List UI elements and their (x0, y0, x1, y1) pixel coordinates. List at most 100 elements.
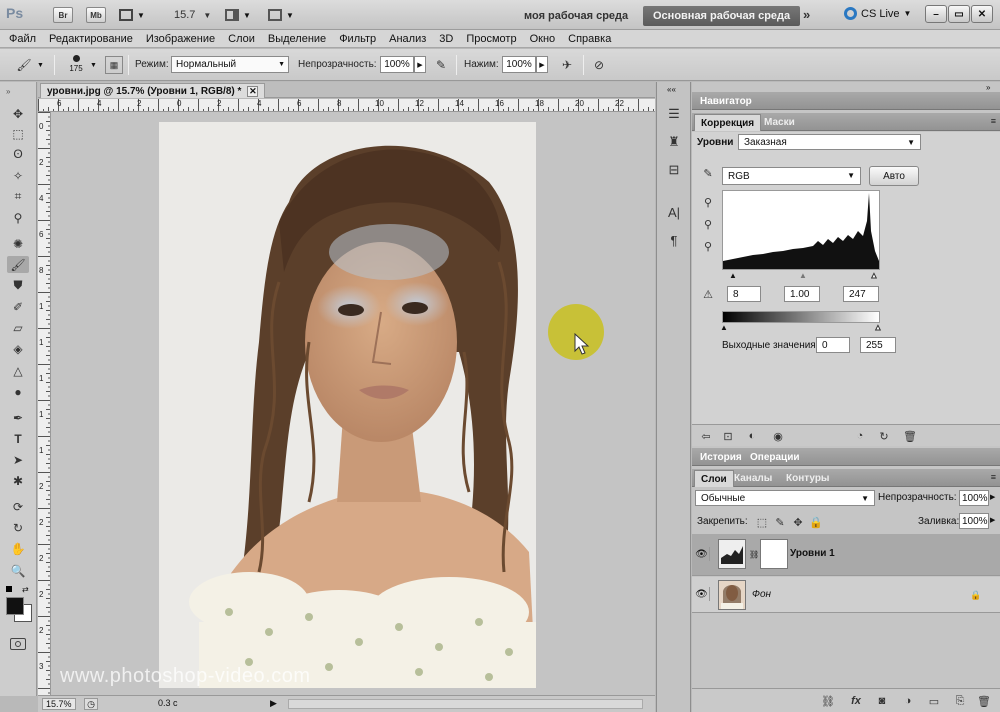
shape-tool-icon[interactable]: ✱ (7, 472, 29, 489)
tablet-size-pressure-icon[interactable]: ⊘ (589, 55, 609, 75)
panel-menu-icon[interactable]: ≡ (991, 472, 996, 482)
maximize-button[interactable]: ▭ (948, 5, 970, 23)
bridge-button[interactable]: Br (53, 7, 73, 23)
new-layer-icon[interactable]: ⎘ (952, 693, 968, 709)
eye-icon[interactable]: 👁 (694, 587, 710, 601)
expand-dock-icon[interactable]: «« (667, 85, 676, 94)
tab-navigator[interactable]: Навигатор (694, 93, 758, 110)
opacity-input[interactable]: 100% (380, 56, 414, 73)
lock-pixels-icon[interactable]: ✎ (772, 514, 788, 530)
gamma-input-slider[interactable]: ▲ (799, 271, 807, 280)
collapse-panels-icon[interactable]: » (986, 83, 990, 92)
cs-live-button[interactable]: CS Live ▼ (844, 7, 911, 20)
black-eyedropper-icon[interactable]: ⚲ (700, 194, 716, 210)
clone-source-icon[interactable]: ♜ (664, 132, 684, 152)
panel-menu-icon[interactable]: ≡ (991, 116, 996, 126)
airbrush-icon[interactable]: ✈ (557, 55, 577, 75)
opacity-slider-toggle[interactable]: ▶ (414, 56, 426, 73)
output-white-field[interactable]: 255 (860, 337, 896, 353)
flow-slider-toggle[interactable]: ▶ (536, 56, 548, 73)
menu-select[interactable]: Выделение (268, 33, 326, 45)
dodge-tool-icon[interactable]: ● (7, 383, 29, 400)
layer-opacity-slider-toggle[interactable]: ▶ (990, 493, 995, 501)
history-brush-tool-icon[interactable]: ✐ (7, 298, 29, 315)
layer-mask-thumbnail[interactable] (760, 539, 788, 569)
menu-help[interactable]: Справка (568, 33, 611, 45)
layer-blend-mode-select[interactable]: Обычные ▼ (695, 490, 875, 506)
arrange-documents-button[interactable]: ▼ (225, 7, 255, 23)
menu-analysis[interactable]: Анализ (389, 33, 426, 45)
back-to-list-icon[interactable]: ⇦ (698, 428, 714, 444)
white-input-slider[interactable]: ▲ (870, 271, 879, 281)
type-tool-icon[interactable]: T (7, 430, 29, 447)
close-document-icon[interactable]: ✕ (247, 85, 259, 97)
tab-actions[interactable]: Операции (744, 449, 806, 466)
input-gamma-field[interactable]: 1.00 (784, 286, 820, 302)
swap-colors-icon[interactable]: ⇄ (22, 585, 29, 594)
menu-edit[interactable]: Редактирование (49, 33, 133, 45)
brush-size-picker[interactable]: 175 (62, 53, 90, 79)
more-workspaces-icon[interactable]: » (803, 7, 810, 22)
new-group-icon[interactable]: ▭ (926, 693, 942, 709)
lock-all-icon[interactable]: 🔒 (808, 514, 824, 530)
menu-window[interactable]: Окно (530, 33, 556, 45)
brush-panel-toggle[interactable]: ▦ (105, 56, 123, 74)
collapse-toolbox-icon[interactable]: » (6, 87, 10, 96)
auto-button[interactable]: Авто (869, 166, 919, 186)
lock-position-icon[interactable]: ✥ (790, 514, 806, 530)
quick-select-tool-icon[interactable]: ✧ (7, 167, 29, 184)
3d-orbit-tool-icon[interactable]: ↻ (7, 519, 29, 536)
visibility-icon[interactable]: ◉ (770, 428, 786, 444)
close-window-button[interactable]: ✕ (971, 5, 993, 23)
tab-history[interactable]: История (694, 449, 748, 466)
move-tool-icon[interactable]: ✥ (7, 105, 29, 122)
background-layer-thumbnail[interactable] (718, 580, 746, 610)
chevron-down-icon[interactable]: ▼ (37, 62, 44, 69)
menu-view[interactable]: Просмотр (466, 33, 516, 45)
clip-to-layer-icon[interactable]: ◐ (744, 428, 760, 444)
layer-row-background[interactable]: 👁 Фон 🔒 (692, 577, 1000, 613)
menu-image[interactable]: Изображение (146, 33, 215, 45)
brush-tool-preset-icon[interactable]: 🖌 (14, 55, 34, 75)
levels-preset-select[interactable]: Заказная ▼ (738, 134, 921, 150)
tab-paths[interactable]: Контуры (780, 470, 835, 487)
tab-channels[interactable]: Каналы (728, 470, 778, 487)
minimize-button[interactable]: – (925, 5, 947, 23)
zoom-level-control[interactable]: 15.7 ▼ (174, 6, 211, 24)
delete-adjustment-icon[interactable]: 🗑 (902, 428, 918, 444)
extras-menu-button[interactable]: ▼ (119, 7, 149, 23)
eyedropper-tool-icon[interactable]: ⚲ (7, 209, 29, 226)
tablet-opacity-pressure-icon[interactable]: ✎ (431, 55, 451, 75)
layer-opacity-input[interactable]: 100% (959, 490, 989, 506)
document-image[interactable] (159, 122, 536, 688)
blend-mode-select[interactable]: Нормальный ▼ (171, 56, 289, 73)
gray-eyedropper-icon[interactable]: ⚲ (700, 216, 716, 232)
workspace-user-button[interactable]: моя рабочая среда (514, 6, 638, 26)
view-previous-icon[interactable]: ◔ (852, 428, 868, 444)
lasso-tool-icon[interactable]: ʘ (7, 145, 29, 162)
pen-tool-icon[interactable]: ✒ (7, 409, 29, 426)
status-doc-icon[interactable]: ◷ (84, 698, 98, 710)
black-output-slider[interactable]: ▲ (720, 323, 728, 332)
document-tab[interactable]: уровни.jpg @ 15.7% (Уровни 1, RGB/8) * ✕ (40, 83, 266, 98)
spot-healing-tool-icon[interactable]: ✺ (7, 235, 29, 252)
reset-icon[interactable]: ↻ (876, 428, 892, 444)
blur-tool-icon[interactable]: △ (7, 362, 29, 379)
layer-name[interactable]: Фон (752, 589, 771, 600)
tool-presets-icon[interactable]: ⊟ (664, 160, 684, 180)
hand-tool-icon[interactable]: ✋ (7, 540, 29, 557)
menu-3d[interactable]: 3D (439, 33, 453, 45)
quick-mask-button[interactable] (10, 638, 26, 650)
paint-bucket-tool-icon[interactable]: ◈ (7, 340, 29, 357)
channel-select[interactable]: RGB ▼ (722, 167, 861, 185)
white-output-slider[interactable]: ▲ (874, 323, 883, 333)
delete-layer-icon[interactable]: 🗑 (976, 693, 992, 709)
fill-slider-toggle[interactable]: ▶ (990, 516, 995, 524)
lock-transparency-icon[interactable]: ⬚ (754, 514, 770, 530)
target-adjust-icon[interactable]: ✎ (700, 165, 716, 181)
layer-row-levels[interactable]: 👁 ⛓ Уровни 1 (692, 534, 1000, 576)
menu-file[interactable]: Файл (9, 33, 36, 45)
zoom-tool-icon[interactable]: 🔍 (7, 562, 29, 579)
white-eyedropper-icon[interactable]: ⚲ (700, 238, 716, 254)
output-black-field[interactable]: 0 (816, 337, 850, 353)
